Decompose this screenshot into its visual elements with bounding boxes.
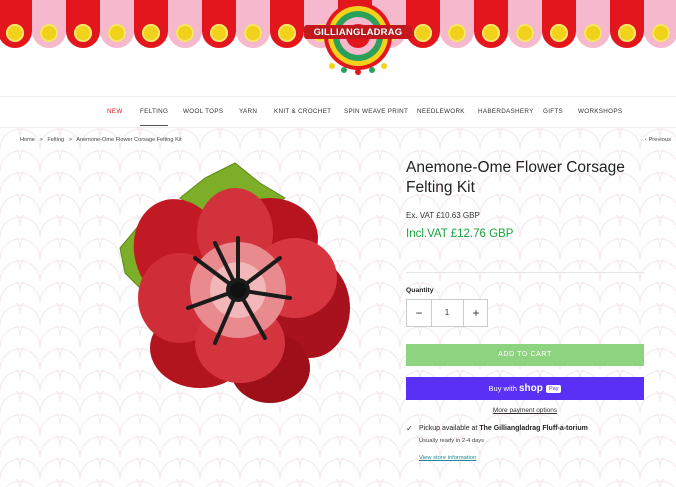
chevron-left-icon: ‹ [644, 137, 647, 143]
site-logo[interactable]: GILLIANGLADRAG [302, 0, 414, 80]
pickup-ready-time: Usually ready in 2-4 days [419, 438, 485, 444]
awning-scallop [202, 0, 236, 48]
awning-dot-icon [176, 24, 194, 42]
breadcrumb-felting[interactable]: Felting [47, 137, 64, 143]
nav-item-workshops[interactable]: WORKSHOPS [578, 97, 622, 127]
awning-scallop [542, 0, 576, 48]
breadcrumb-home[interactable]: Home [20, 137, 35, 143]
nav-item-wool-tops[interactable]: WOOL TOPS [183, 97, 223, 127]
awning-dot-icon [108, 24, 126, 42]
breadcrumb: Home > Felting > Anemone-Ome Flower Cors… [20, 137, 185, 143]
awning-dot-icon [448, 24, 466, 42]
awning-scallop [270, 0, 304, 48]
product-image[interactable] [110, 158, 360, 408]
awning-dot-icon [142, 24, 160, 42]
quantity-input[interactable]: 1 [432, 300, 462, 326]
awning-scallop [508, 0, 542, 48]
breadcrumb-current: Anemone-Ome Flower Corsage Felting Kit [76, 137, 182, 143]
awning-dot-icon [516, 24, 534, 42]
awning-scallop [32, 0, 66, 48]
pickup-availability: Pickup available at The Gilliangladrag F… [419, 425, 588, 432]
awning-scallop [66, 0, 100, 48]
breadcrumb-separator: > [39, 137, 43, 143]
price-ex-vat: Ex. VAT £10.63 GBP [406, 211, 480, 220]
awning-dot-icon [482, 24, 500, 42]
awning-scallop [134, 0, 168, 48]
previous-link[interactable]: ‹ Previous [645, 137, 671, 143]
nav-item-spin-weave-print[interactable]: SPIN WEAVE PRINT [344, 97, 408, 127]
nav-item-yarn[interactable]: YARN [239, 97, 257, 127]
nav-item-new[interactable]: NEW [107, 97, 123, 127]
pickup-prefix: Pickup available at [419, 425, 478, 432]
awning-scallop [236, 0, 270, 48]
shop-logo: shop [518, 383, 543, 394]
check-icon: ✓ [406, 424, 413, 433]
shop-pay-button[interactable]: Buy with shop Pay [406, 377, 644, 400]
awning-scallop [576, 0, 610, 48]
previous-label: Previous [648, 137, 671, 143]
awning-scallop [440, 0, 474, 48]
nav-item-gifts[interactable]: GIFTS [543, 97, 563, 127]
breadcrumb-separator: > [68, 137, 72, 143]
logo-text: GILLIANGLADRAG [313, 27, 403, 38]
awning-dot-icon [244, 24, 262, 42]
nav-item-knit-crochet[interactable]: KNIT & CROCHET [274, 97, 331, 127]
add-to-cart-button[interactable]: ADD TO CART [406, 344, 644, 366]
quantity-increase-button[interactable]: + [463, 300, 488, 326]
awning-scallop [644, 0, 676, 48]
price-inc-vat: Incl.VAT £12.76 GBP [406, 228, 514, 240]
nav-item-haberdashery[interactable]: HABERDASHERY [478, 97, 534, 127]
awning-scallop [0, 0, 32, 48]
awning-dot-icon [278, 24, 296, 42]
awning-dot-icon [210, 24, 228, 42]
awning-scallop [168, 0, 202, 48]
awning-scallop [100, 0, 134, 48]
awning-dot-icon [74, 24, 92, 42]
nav-item-felting[interactable]: FELTING [140, 97, 169, 126]
quantity-decrease-button[interactable]: − [407, 300, 432, 326]
quantity-label: Quantity [406, 287, 434, 294]
view-store-info-link[interactable]: View store information [419, 455, 476, 461]
awning-dot-icon [584, 24, 602, 42]
pickup-store-name: The Gilliangladrag Fluff-a-torium [479, 425, 588, 432]
awning-scallop [474, 0, 508, 48]
divider [406, 272, 644, 273]
product-title: Anemone-Ome Flower Corsage Felting Kit [406, 159, 625, 196]
awning-dot-icon [6, 24, 24, 42]
awning-scallop [610, 0, 644, 48]
quantity-stepper: − 1 + [406, 299, 488, 327]
main-nav: NEW FELTING WOOL TOPS YARN KNIT & CROCHET SPI… [0, 96, 676, 128]
awning-dot-icon [40, 24, 58, 42]
more-payment-options-link[interactable]: More payment options [406, 407, 644, 414]
awning-dot-icon [550, 24, 568, 42]
awning-dot-icon [652, 24, 670, 42]
awning-dot-icon [618, 24, 636, 42]
pay-badge: Pay [545, 385, 562, 394]
buy-with-label: Buy with [488, 384, 517, 393]
logo-emblem-icon [304, 2, 412, 75]
awning-dot-icon [414, 24, 432, 42]
nav-item-needlework[interactable]: NEEDLEWORK [417, 97, 465, 127]
